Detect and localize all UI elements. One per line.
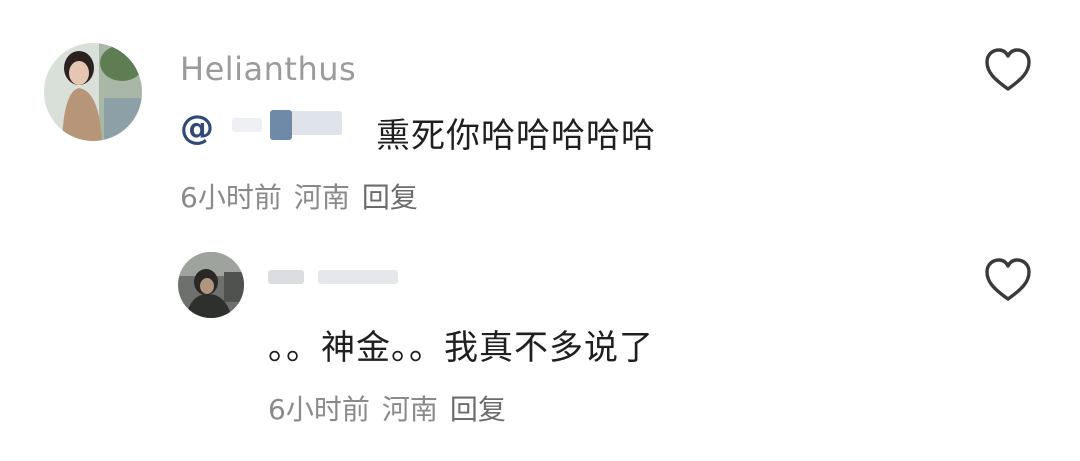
comment-text: 熏死你哈哈哈哈哈 — [376, 116, 656, 156]
avatar[interactable] — [44, 43, 142, 141]
comment-meta: 6小时前 河南 回复 — [268, 388, 518, 428]
location: 河南 — [293, 181, 350, 214]
username-redacted-block — [268, 270, 304, 284]
location: 河南 — [381, 393, 438, 426]
mention-symbol: @ — [180, 108, 214, 148]
mention-redacted-fragment — [270, 110, 292, 140]
reply-button[interactable]: 回复 — [362, 181, 418, 214]
username-redacted-block — [318, 270, 398, 284]
heart-outline-icon[interactable] — [984, 48, 1032, 92]
heart-outline-icon[interactable] — [984, 258, 1032, 302]
timestamp: 6小时前 — [268, 393, 370, 426]
comment-meta: 6小时前 河南 回复 — [180, 176, 430, 216]
comment-text: 。。神金。。我真不多说了 — [268, 328, 654, 368]
avatar[interactable] — [178, 252, 244, 318]
reply-button[interactable]: 回复 — [450, 393, 506, 426]
username[interactable]: Helianthus — [180, 50, 356, 88]
mention-redacted-fragment — [232, 118, 262, 132]
timestamp: 6小时前 — [180, 181, 282, 214]
